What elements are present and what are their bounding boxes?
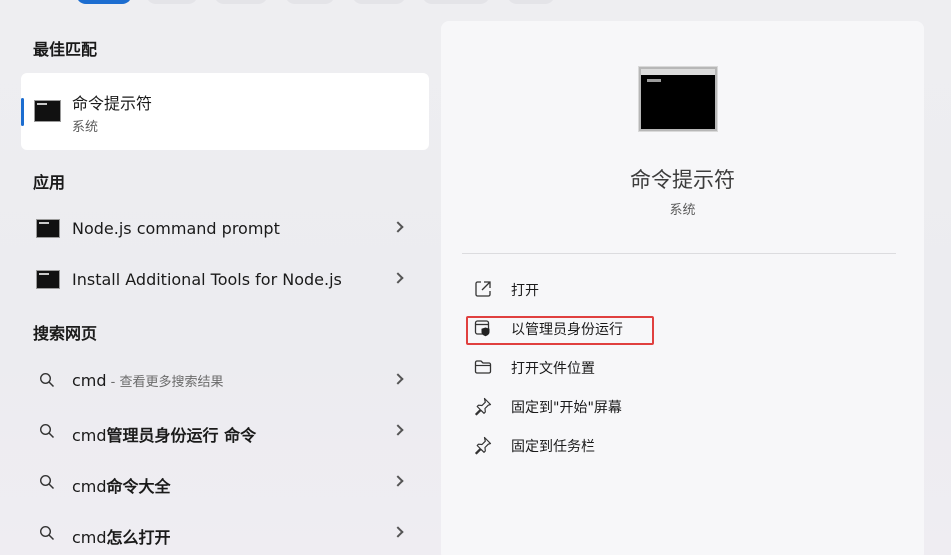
- action-open-file-location[interactable]: 打开文件位置: [469, 350, 889, 382]
- app-item-label: Install Additional Tools for Node.js: [72, 270, 342, 289]
- tab-2[interactable]: [146, 0, 198, 4]
- web-query: cmd: [72, 371, 107, 390]
- web-suggestion: 命令大全: [106, 477, 171, 496]
- detail-subtitle: 系统: [669, 203, 696, 218]
- web-result-label: cmd怎么打开: [72, 524, 171, 548]
- web-query: cmd: [72, 528, 107, 547]
- terminal-icon: [36, 219, 60, 238]
- highlight-box: [466, 316, 654, 345]
- action-open-label: 打开: [511, 283, 539, 299]
- tab-7[interactable]: [507, 0, 555, 4]
- chevron-right-icon[interactable]: [392, 272, 404, 284]
- best-match-subtitle: 系统: [72, 120, 99, 135]
- web-result-label: cmd命令大全: [72, 473, 171, 497]
- action-pin-to-taskbar-label: 固定到任务栏: [511, 439, 595, 455]
- detail-title: 命令提示符: [630, 168, 735, 192]
- selection-indicator: [21, 98, 24, 126]
- web-suggestion: 管理员身份运行 命令: [106, 426, 257, 445]
- section-best-match: 最佳匹配: [33, 40, 98, 59]
- app-item-nodejs-prompt[interactable]: Node.js command prompt: [21, 207, 429, 251]
- tab-5[interactable]: [352, 0, 406, 4]
- search-icon: [39, 525, 55, 541]
- chevron-right-icon[interactable]: [392, 475, 404, 487]
- tab-3[interactable]: [214, 0, 268, 4]
- section-apps: 应用: [33, 173, 66, 192]
- divider: [462, 253, 896, 254]
- terminal-icon: [36, 270, 60, 289]
- pin-icon: [475, 397, 492, 416]
- action-pin-to-start-label: 固定到"开始"屏幕: [511, 400, 622, 416]
- web-result-cmd-list[interactable]: cmd命令大全: [21, 461, 429, 505]
- web-suggestion: 怎么打开: [106, 528, 171, 547]
- action-pin-to-taskbar[interactable]: 固定到任务栏: [469, 428, 889, 460]
- pin-icon: [475, 436, 492, 455]
- chevron-right-icon[interactable]: [392, 373, 404, 385]
- search-icon: [39, 474, 55, 490]
- web-result-cmd-admin[interactable]: cmd管理员身份运行 命令: [21, 410, 429, 454]
- chevron-right-icon[interactable]: [392, 221, 404, 233]
- web-result-label: cmd - 查看更多搜索结果: [72, 371, 224, 390]
- search-icon: [39, 372, 55, 388]
- folder-icon: [474, 360, 492, 374]
- command-prompt-app-icon: [639, 67, 717, 131]
- detail-panel: 命令提示符 系统 打开 以管理员身份运行 打开文件位置 固定到"开始"屏幕 固定…: [441, 21, 924, 555]
- tab-all[interactable]: [76, 0, 132, 4]
- app-item-label: Node.js command prompt: [72, 219, 280, 238]
- action-pin-to-start[interactable]: 固定到"开始"屏幕: [469, 389, 889, 421]
- best-match-result[interactable]: 命令提示符 系统: [21, 73, 429, 150]
- tab-4[interactable]: [285, 0, 335, 4]
- action-open[interactable]: 打开: [469, 272, 889, 304]
- action-open-file-location-label: 打开文件位置: [511, 361, 595, 377]
- best-match-title: 命令提示符: [72, 94, 153, 113]
- search-icon: [39, 423, 55, 439]
- chevron-right-icon[interactable]: [392, 424, 404, 436]
- open-external-icon: [475, 281, 491, 297]
- terminal-icon: [34, 100, 61, 122]
- section-web-search: 搜索网页: [33, 324, 98, 343]
- web-query: cmd: [72, 477, 107, 496]
- web-query: cmd: [72, 426, 107, 445]
- app-item-node-tools[interactable]: Install Additional Tools for Node.js: [21, 258, 429, 302]
- web-result-cmd[interactable]: cmd - 查看更多搜索结果: [21, 359, 429, 403]
- chevron-right-icon[interactable]: [392, 526, 404, 538]
- web-result-label: cmd管理员身份运行 命令: [72, 422, 256, 446]
- tab-6[interactable]: [422, 0, 490, 4]
- web-result-cmd-open[interactable]: cmd怎么打开: [21, 512, 429, 555]
- web-hint: - 查看更多搜索结果: [106, 375, 224, 390]
